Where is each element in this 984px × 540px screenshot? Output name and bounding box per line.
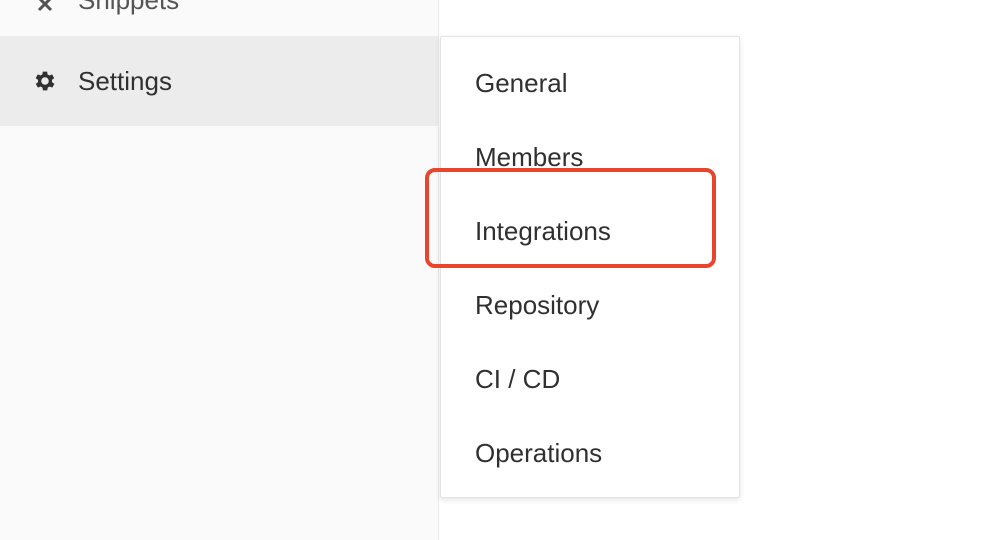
flyout-item-general[interactable]: General (475, 65, 568, 101)
sidebar-item-snippets[interactable]: Snippets (0, 0, 438, 28)
sidebar-item-settings[interactable]: Settings (0, 36, 438, 126)
sidebar: Snippets Settings (0, 0, 439, 540)
snippet-icon (32, 0, 58, 13)
flyout-item-operations[interactable]: Operations (475, 435, 602, 471)
sidebar-item-label: Settings (78, 65, 172, 96)
flyout-item-integrations[interactable]: Integrations (475, 213, 611, 249)
flyout-item-members[interactable]: Members (475, 139, 583, 175)
flyout-item-repository[interactable]: Repository (475, 287, 599, 323)
settings-flyout-menu: General Members Integrations Repository … (440, 36, 740, 498)
gear-icon (32, 68, 58, 94)
sidebar-item-label: Snippets (78, 0, 179, 16)
flyout-item-ci-cd[interactable]: CI / CD (475, 361, 560, 397)
